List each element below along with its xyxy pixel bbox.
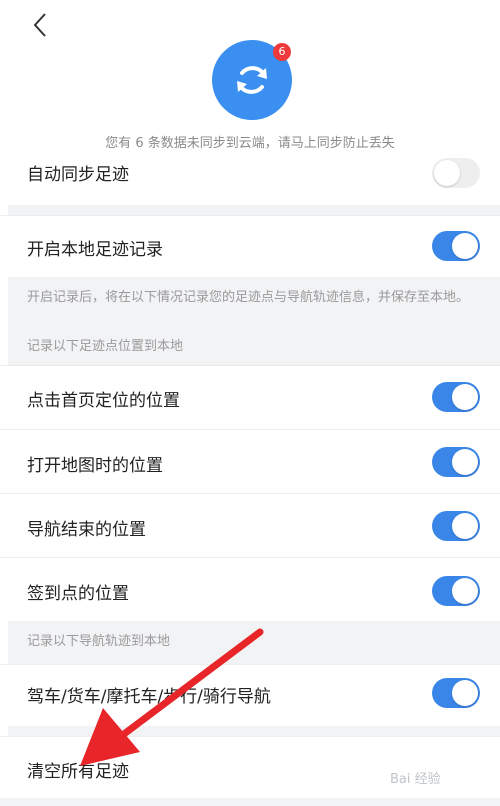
annotation-arrow: [80, 628, 264, 766]
watermark: Bai 经验: [390, 772, 441, 787]
